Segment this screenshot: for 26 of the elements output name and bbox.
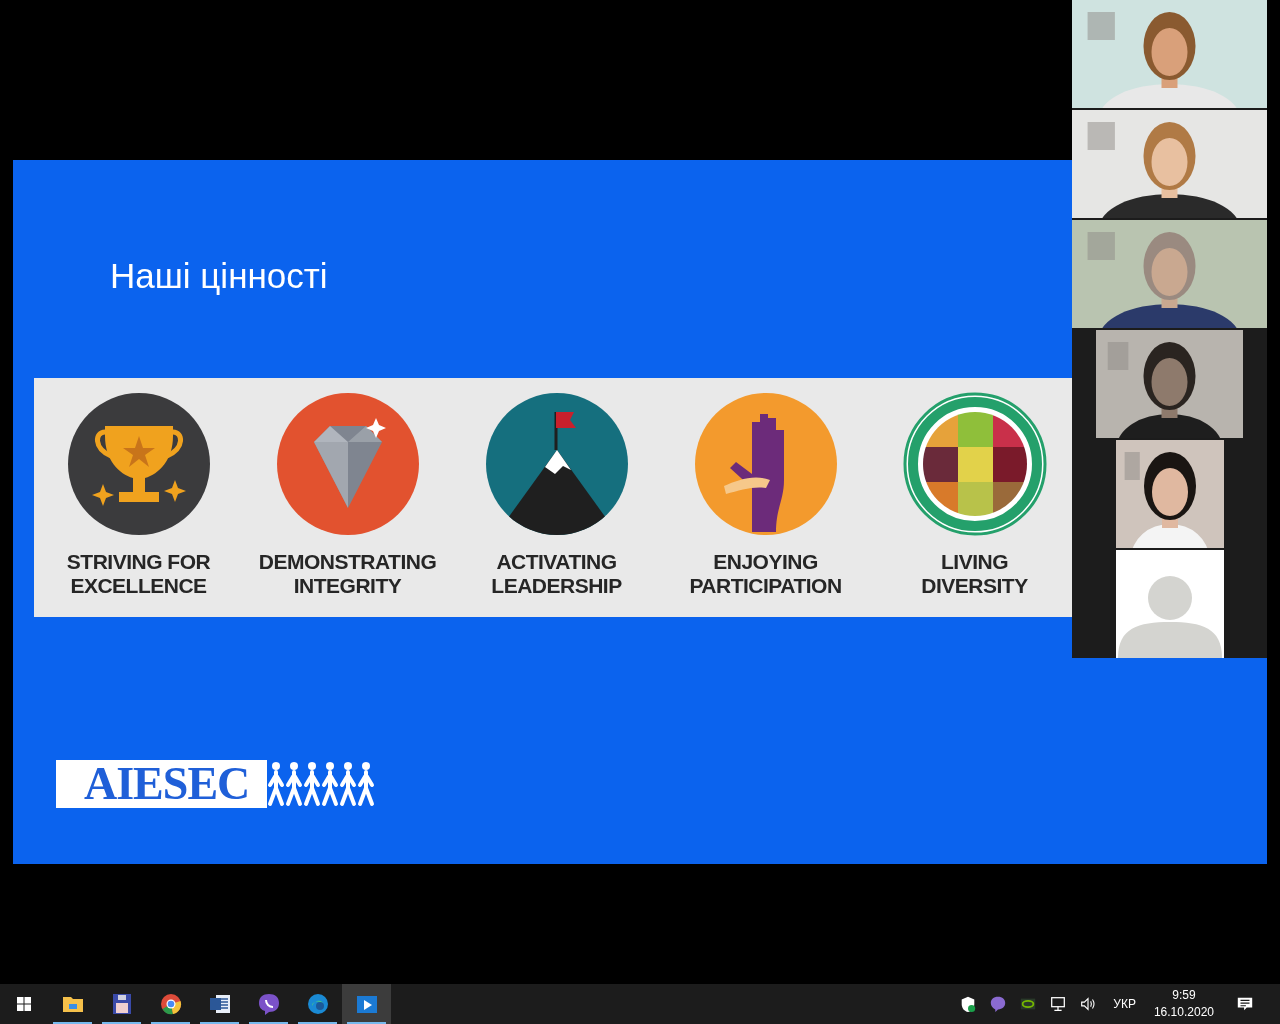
chat-icon bbox=[256, 992, 281, 1016]
browser-icon bbox=[158, 992, 183, 1016]
slide-title: Наші цінності bbox=[110, 256, 329, 296]
value-label: STRIVING FOR EXCELLENCE bbox=[66, 550, 211, 598]
volume-icon[interactable] bbox=[1079, 995, 1098, 1013]
trophy-icon bbox=[66, 392, 211, 536]
value-label: DEMONSTRATING INTEGRITY bbox=[258, 550, 437, 598]
avatar-icon bbox=[1115, 550, 1224, 658]
swirl-icon bbox=[305, 992, 330, 1016]
chat-icon[interactable] bbox=[989, 995, 1008, 1013]
clock[interactable]: 9:59 16.10.2020 bbox=[1153, 984, 1214, 1024]
mountain-icon bbox=[484, 392, 629, 536]
value-label: LIVING DIVERSITY bbox=[921, 550, 1028, 598]
logo-text: AIESEC bbox=[84, 760, 250, 808]
globe-icon bbox=[902, 392, 1047, 536]
notifications-icon[interactable] bbox=[1236, 995, 1254, 1013]
value-label: ACTIVATING LEADERSHIP bbox=[491, 550, 622, 598]
keyboard-language[interactable]: УКР bbox=[1113, 997, 1136, 1011]
shield-icon[interactable] bbox=[959, 995, 978, 1013]
hand-icon bbox=[693, 392, 838, 536]
taskbar-app-button[interactable] bbox=[342, 984, 391, 1024]
document-icon bbox=[207, 992, 232, 1016]
network-icon[interactable] bbox=[1049, 995, 1068, 1013]
value-label: ENJOYING PARTICIPATION bbox=[689, 550, 842, 598]
clock-date: 16.10.2020 bbox=[1153, 1004, 1214, 1021]
clock-time: 9:59 bbox=[1172, 987, 1196, 1004]
